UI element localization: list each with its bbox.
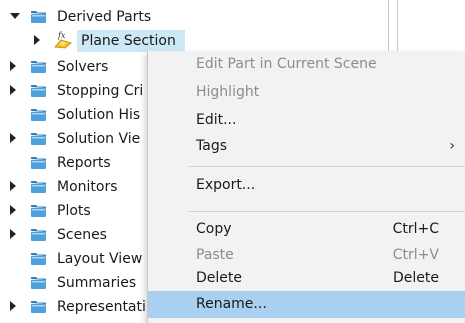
tree-item-label: Solution Vie <box>57 131 141 147</box>
menu-item-tags[interactable]: Tags › <box>148 133 465 160</box>
tree-item-label: Monitors <box>57 179 118 195</box>
menu-item-highlight[interactable]: Highlight <box>148 79 465 106</box>
folder-icon <box>30 84 47 102</box>
menu-item-label: Delete <box>196 270 242 286</box>
tree-item[interactable]: Derived Parts <box>0 5 390 29</box>
expand-arrow-icon[interactable] <box>10 229 16 239</box>
expand-arrow-icon[interactable] <box>34 35 40 45</box>
expand-arrow-icon[interactable] <box>10 85 16 95</box>
expand-arrow-icon[interactable] <box>10 205 16 215</box>
menu-item-shortcut: Delete <box>393 270 439 286</box>
tree-item-label: Representati <box>57 299 146 315</box>
tree-item-label: Plane Section <box>81 33 176 49</box>
expand-arrow-icon[interactable] <box>10 61 16 71</box>
menu-separator <box>188 166 465 167</box>
folder-icon <box>30 10 47 28</box>
folder-icon <box>30 276 47 294</box>
folder-icon <box>30 252 47 270</box>
submenu-arrow-icon: › <box>449 138 455 154</box>
menu-item-edit-part-in-current-scene[interactable]: Edit Part in Current Scene <box>148 51 465 78</box>
folder-icon <box>30 132 47 150</box>
menu-item-shortcut: Ctrl+C <box>392 221 439 237</box>
expand-arrow-icon[interactable] <box>10 133 16 143</box>
folder-icon <box>30 108 47 126</box>
tree-item-label: Summaries <box>57 275 137 291</box>
menu-item-label: Copy <box>196 221 232 237</box>
menu-item-shortcut: Ctrl+V <box>392 247 439 263</box>
folder-icon <box>30 204 47 222</box>
tree-item-plane-section[interactable]: fx Plane Section <box>0 29 390 53</box>
menu-item-label: Rename... <box>196 296 267 312</box>
folder-icon <box>30 228 47 246</box>
context-menu: Edit Part in Current Scene Highlight Edit.… <box>148 51 465 323</box>
folder-icon <box>30 156 47 174</box>
tree-item-label: Stopping Cri <box>57 83 144 99</box>
tree-item-label: Solvers <box>57 59 109 75</box>
menu-item-copy[interactable]: Copy Ctrl+C <box>148 216 465 243</box>
menu-item-label: Highlight <box>196 84 260 100</box>
menu-item-rename[interactable]: Rename... <box>148 291 465 318</box>
svg-text:fx: fx <box>57 31 66 40</box>
menu-item-label: Edit... <box>196 112 237 128</box>
menu-item-label: Edit Part in Current Scene <box>196 56 377 72</box>
tree-item-label: Solution His <box>57 107 141 123</box>
folder-icon <box>30 60 47 78</box>
plane-section-icon: fx <box>53 31 73 53</box>
tree-item-label: Derived Parts <box>57 9 152 25</box>
menu-item-export[interactable]: Export... <box>148 172 465 199</box>
tree-item-label: Scenes <box>57 227 107 243</box>
menu-item-label: Tags <box>196 138 227 154</box>
menu-item-delete[interactable]: Delete Delete <box>148 265 465 292</box>
tree-item-label: Layout View <box>57 251 143 267</box>
folder-icon <box>30 300 47 318</box>
menu-separator <box>188 211 465 212</box>
tree-item-label: Reports <box>57 155 111 171</box>
menu-item-label: Paste <box>196 247 234 263</box>
menu-item-edit[interactable]: Edit... <box>148 107 465 134</box>
expand-arrow-icon[interactable] <box>10 181 16 191</box>
expand-arrow-icon[interactable] <box>10 301 16 311</box>
folder-icon <box>30 180 47 198</box>
menu-item-label: Export... <box>196 177 256 193</box>
tree-item-label: Plots <box>57 203 91 219</box>
collapse-arrow-icon[interactable] <box>10 13 20 19</box>
